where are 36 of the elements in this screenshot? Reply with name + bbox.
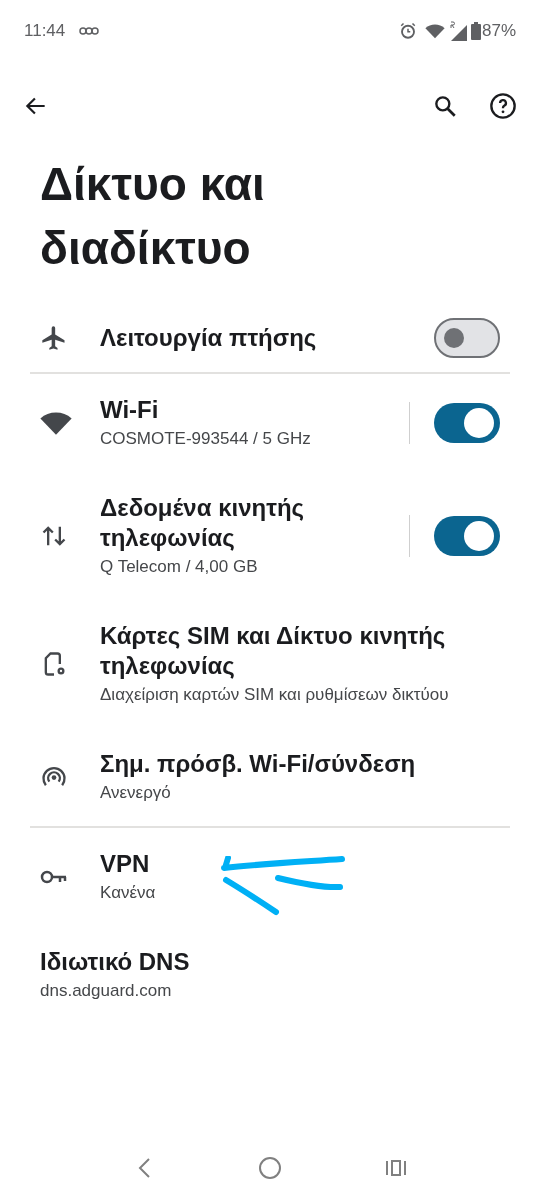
home-nav-button[interactable] [259, 1157, 281, 1179]
settings-item[interactable]: Δεδομένα κινητής τηλεφωνίας Q Telecom / 4,00 GB [0, 472, 540, 600]
battery-percent: 87% [481, 20, 516, 43]
item-subtitle: Q Telecom / 4,00 GB [100, 556, 259, 578]
notification-icon [79, 26, 100, 36]
item-subtitle: Διαχείριση καρτών SIM και ρυθμίσεων δικτύου [100, 684, 450, 706]
wifi-signal-icon [424, 23, 445, 39]
toggle-switch[interactable] [434, 318, 500, 358]
settings-item[interactable]: Λειτουργία πτήσης [0, 304, 540, 372]
settings-item[interactable]: Κάρτες SIM και Δίκτυο κινητής τηλεφωνίας Διαχείριση καρτών SIM και ρυθμίσεων δικτύου [0, 600, 540, 728]
battery-icon [470, 22, 481, 40]
cell-signal-icon [448, 21, 467, 41]
alarm-icon [398, 22, 417, 40]
status-time: 11:44 [24, 20, 66, 43]
settings-item[interactable]: VPN Κανένα [0, 828, 540, 926]
airplane-icon [40, 324, 68, 352]
item-title: Wi-Fi [100, 395, 160, 425]
toggle-switch[interactable] [434, 516, 500, 556]
item-title: Λειτουργία πτήσης [100, 323, 318, 353]
item-subtitle: Κανένα [100, 882, 157, 904]
help-button[interactable] [488, 91, 518, 121]
settings-item[interactable]: Σημ. πρόσβ. Wi-Fi/σύνδεση Ανενεργό [0, 728, 540, 826]
item-subtitle: Ανενεργό [100, 782, 172, 804]
toggle-switch[interactable] [434, 403, 500, 443]
item-title: Σημ. πρόσβ. Wi-Fi/σύνδεση [100, 749, 417, 779]
settings-item[interactable]: Ιδιωτικό DNS dns.adguard.com [0, 926, 540, 1024]
page-title: Δίκτυο και διαδίκτυο [39, 157, 266, 276]
item-subtitle: dns.adguard.com [40, 980, 173, 1002]
item-subtitle: COSMOTE-993544 / 5 GHz [100, 428, 312, 450]
item-title: Κάρτες SIM και Δίκτυο κινητής τηλεφωνίας [100, 621, 447, 681]
wifi-icon [40, 410, 72, 436]
key-icon [40, 868, 68, 886]
item-title: Δεδομένα κινητής τηλεφωνίας [100, 493, 306, 553]
settings-item[interactable]: Wi-Fi COSMOTE-993544 / 5 GHz [0, 374, 540, 472]
item-title: Ιδιωτικό DNS [40, 947, 191, 977]
item-title: VPN [100, 849, 151, 879]
